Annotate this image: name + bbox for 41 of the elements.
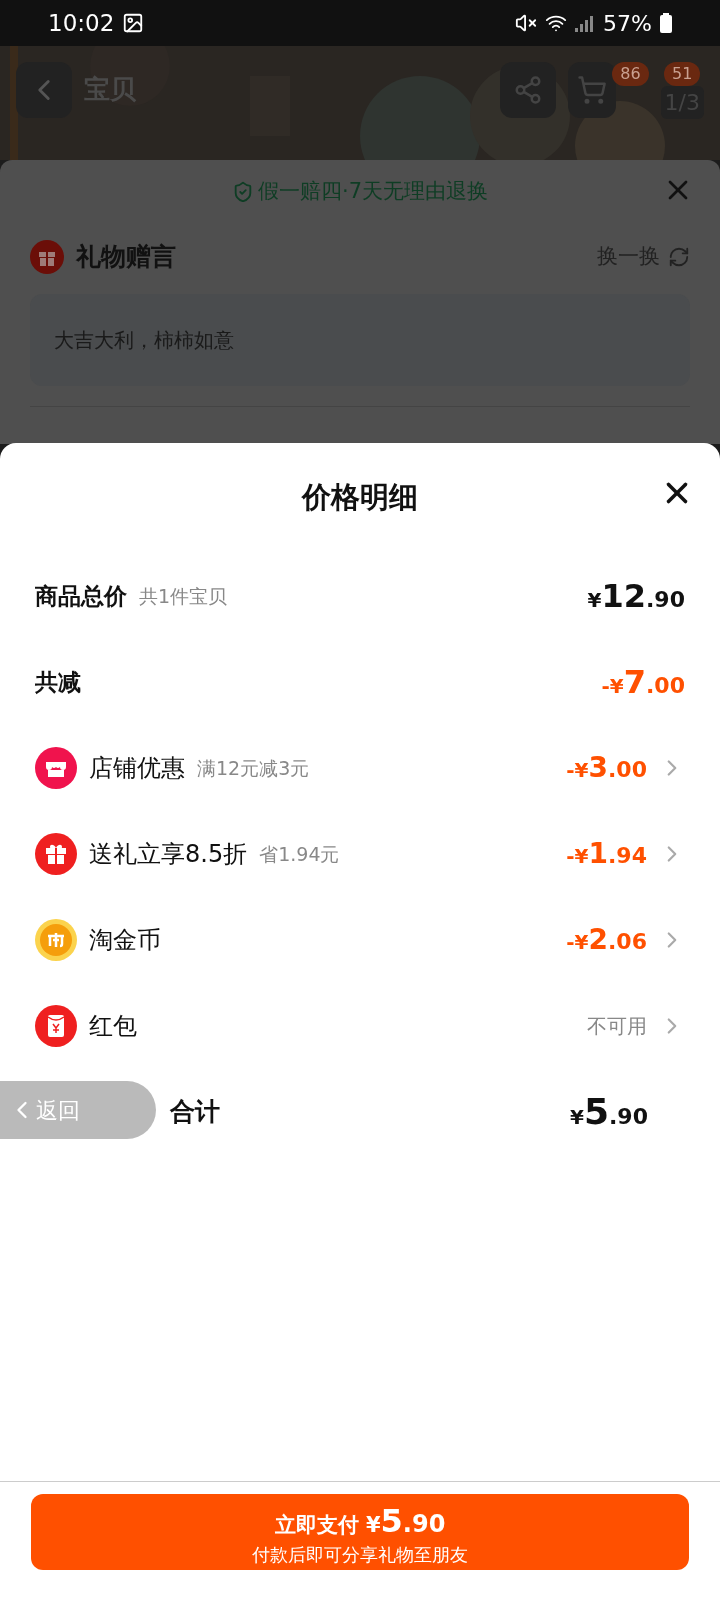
row-label: 商品总价 bbox=[35, 581, 127, 611]
shop-icon bbox=[35, 747, 77, 789]
battery-percent: 57% bbox=[603, 9, 652, 38]
cart-count-badge: 86 bbox=[612, 62, 649, 86]
guarantee-text: 假一赔四·7天无理由退换 bbox=[257, 178, 488, 206]
row-label: 共减 bbox=[35, 667, 81, 697]
discount-amount: -¥2.06 bbox=[566, 922, 647, 958]
mute-icon bbox=[515, 12, 538, 34]
clock: 10:02 bbox=[48, 8, 115, 38]
discount-label: 店铺优惠 bbox=[89, 753, 185, 784]
discount-amount: -¥3.00 bbox=[566, 750, 647, 786]
discount-row[interactable]: 店铺优惠 满12元减3元 -¥3.00 bbox=[35, 725, 685, 811]
reduction-price: -¥7.00 bbox=[601, 662, 685, 703]
discount-label: 淘金币 bbox=[89, 925, 161, 956]
back-button[interactable] bbox=[16, 62, 72, 118]
gift-icon bbox=[30, 240, 64, 274]
discount-row[interactable]: 淘金币 -¥2.06 bbox=[35, 897, 685, 983]
section-title: 礼物赠言 bbox=[76, 241, 176, 274]
cart-icon bbox=[577, 75, 608, 105]
total-label: 合计 bbox=[170, 1096, 220, 1129]
cart-button[interactable] bbox=[568, 62, 617, 118]
discount-row[interactable]: 送礼立享8.5折 省1.94元 -¥1.94 bbox=[35, 811, 685, 897]
envelope-icon bbox=[35, 1005, 77, 1047]
subtotal-price: ¥12.90 bbox=[587, 576, 685, 617]
refresh-icon bbox=[668, 246, 690, 268]
sheet-title: 价格明细 bbox=[302, 479, 418, 517]
coin-icon bbox=[35, 919, 77, 961]
gift-icon bbox=[35, 833, 77, 875]
discount-status: 不可用 bbox=[587, 1013, 647, 1040]
discount-label: 送礼立享8.5折 bbox=[89, 839, 248, 870]
battery-icon bbox=[660, 13, 672, 33]
share-button[interactable] bbox=[500, 62, 557, 118]
signal-icon bbox=[575, 14, 596, 32]
discount-note: 省1.94元 bbox=[259, 841, 340, 867]
discount-label: 红包 bbox=[89, 1011, 137, 1042]
discount-amount: -¥1.94 bbox=[566, 836, 647, 872]
image-icon bbox=[122, 12, 145, 34]
total-price: ¥5.90 bbox=[570, 1090, 648, 1134]
discount-row[interactable]: 红包 不可用 bbox=[35, 983, 685, 1069]
discount-note: 满12元减3元 bbox=[197, 755, 310, 781]
row-note: 共1件宝贝 bbox=[139, 583, 228, 609]
